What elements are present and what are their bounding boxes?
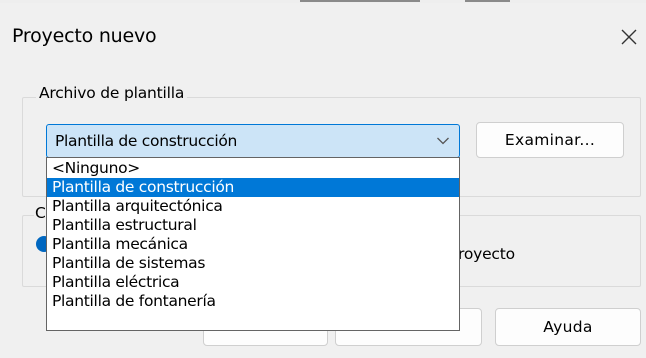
template-dropdown-list[interactable]: <Ninguno> Plantilla de construcción Plan… [46,157,460,331]
dropdown-item[interactable]: <Ninguno> [47,159,459,178]
template-group-label: Archivo de plantilla [36,84,188,102]
create-new-group-label: C [34,204,47,222]
dropdown-item[interactable]: Plantilla eléctrica [47,273,459,292]
template-combobox[interactable]: Plantilla de construcción [46,124,460,158]
window-top-edge [0,0,646,3]
dropdown-item[interactable]: Plantilla mecánica [47,235,459,254]
dropdown-item[interactable]: Plantilla de sistemas [47,254,459,273]
dropdown-item[interactable]: Plantilla de fontanería [47,292,459,311]
browse-button[interactable]: Examinar... [476,122,624,158]
top-edge-mark [300,0,420,2]
close-button[interactable] [616,24,642,50]
dropdown-item[interactable]: Plantilla estructural [47,216,459,235]
project-radio-label: royecto [458,245,515,263]
close-icon [621,29,637,45]
dropdown-item-selected[interactable]: Plantilla de construcción [47,178,459,197]
template-combobox-value: Plantilla de construcción [55,132,238,150]
help-button[interactable]: Ayuda [495,308,641,346]
dialog-title: Proyecto nuevo [12,25,157,47]
dropdown-item[interactable]: Plantilla arquitectónica [47,197,459,216]
chevron-down-icon[interactable] [427,136,459,146]
top-edge-mark [465,0,510,2]
